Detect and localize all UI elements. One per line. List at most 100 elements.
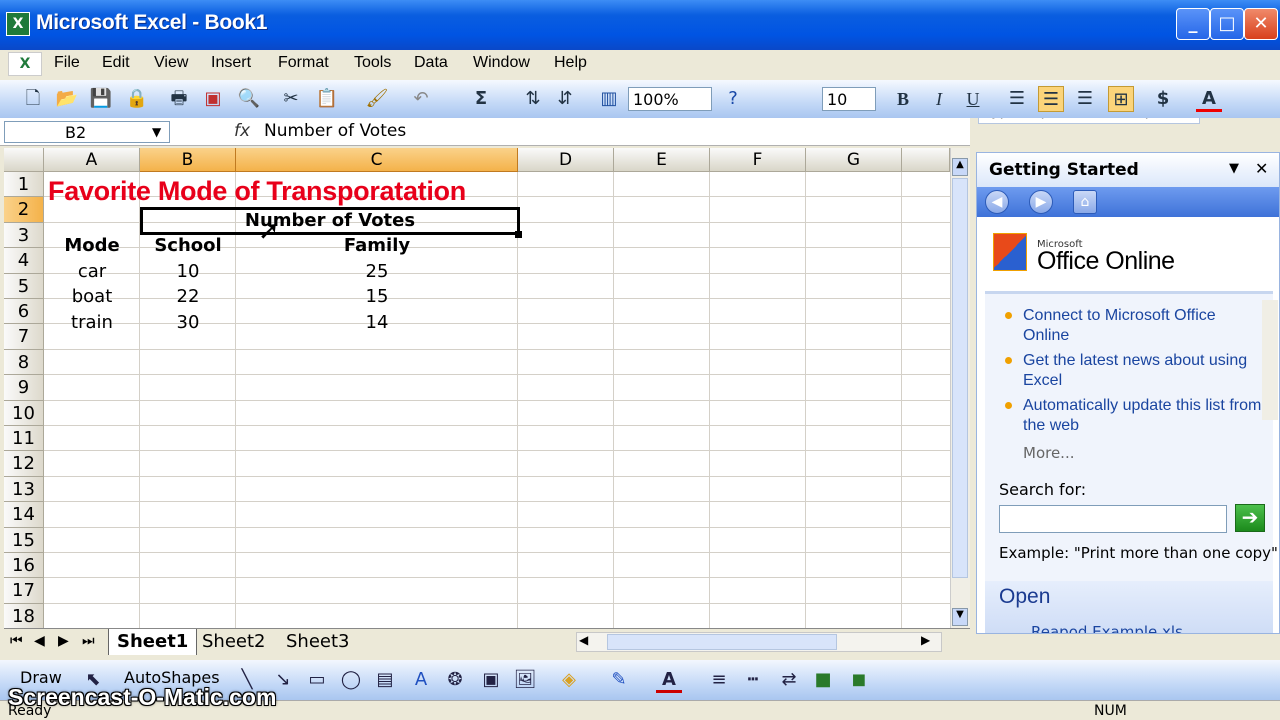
scroll-left-icon[interactable]: ◀	[579, 633, 588, 647]
row-header[interactable]: 17	[4, 578, 44, 604]
print-icon[interactable]: 🖶	[166, 86, 192, 112]
function-icon[interactable]: fx	[234, 121, 250, 141]
row-header[interactable]: 9	[4, 375, 44, 401]
cell-school[interactable]: 30	[140, 312, 236, 333]
column-header-b[interactable]: B	[140, 148, 236, 172]
dash-style-icon[interactable]: ┅	[740, 667, 766, 693]
back-icon[interactable]: ◀	[985, 190, 1009, 214]
row-header[interactable]: 11	[4, 426, 44, 452]
last-sheet-icon[interactable]: ⏭	[82, 633, 95, 649]
cell-a3-mode-header[interactable]: Mode	[44, 235, 140, 256]
row-header[interactable]: 15	[4, 527, 44, 553]
cell-family[interactable]: 14	[236, 312, 518, 333]
sheet-tab-sheet3[interactable]: Sheet3	[278, 629, 358, 655]
row-header[interactable]: 18	[4, 603, 44, 628]
link-auto-update[interactable]: Automatically update this list from the …	[1023, 396, 1263, 436]
formula-input[interactable]: Number of Votes	[264, 121, 406, 141]
merge-center-icon[interactable]: ⊞	[1108, 86, 1134, 112]
cell-mode[interactable]: train	[44, 312, 140, 333]
select-all-corner[interactable]	[4, 148, 44, 172]
column-header-c[interactable]: C	[236, 148, 518, 172]
menu-file[interactable]: File	[54, 54, 80, 72]
oval-icon[interactable]: ◯	[338, 667, 364, 693]
sort-ascending-icon[interactable]: ⇅	[520, 86, 546, 112]
help-icon[interactable]: ?	[720, 86, 746, 112]
column-header-a[interactable]: A	[44, 148, 140, 172]
cell-school[interactable]: 22	[140, 286, 236, 307]
print-preview-icon[interactable]: ▣	[200, 86, 226, 112]
column-header-e[interactable]: E	[614, 148, 710, 172]
scroll-down-icon[interactable]: ▼	[952, 608, 968, 626]
column-header-g[interactable]: G	[806, 148, 902, 172]
search-input[interactable]	[999, 505, 1227, 533]
align-left-icon[interactable]: ☰	[1004, 86, 1030, 112]
menu-help[interactable]: Help	[554, 54, 587, 72]
clipart-icon[interactable]: ▣	[478, 667, 504, 693]
new-icon[interactable]: 🗋	[20, 86, 46, 112]
close-button[interactable]: ✕	[1244, 8, 1278, 40]
task-pane-scrollbar[interactable]	[1262, 300, 1278, 420]
cut-icon[interactable]: ✂	[278, 86, 304, 112]
office-online-logo[interactable]: Microsoft Office Online	[985, 223, 1273, 293]
rectangle-icon[interactable]: ▭	[304, 667, 330, 693]
row-header[interactable]: 14	[4, 502, 44, 528]
fill-color-icon[interactable]: ◈	[556, 667, 582, 693]
paste-icon[interactable]: 📋	[314, 86, 340, 112]
wordart-icon[interactable]: A	[408, 667, 434, 693]
3d-icon[interactable]: ◼	[846, 667, 872, 693]
align-center-icon[interactable]: ☰	[1038, 86, 1064, 112]
sheet-tab-sheet2[interactable]: Sheet2	[194, 629, 274, 655]
row-header[interactable]: 6	[4, 299, 44, 325]
task-pane-dropdown-icon[interactable]: ▼	[1229, 161, 1239, 176]
picture-icon[interactable]: 🖼	[512, 667, 538, 693]
excel-app-icon[interactable]: X	[6, 12, 30, 36]
save-icon[interactable]: 💾	[88, 86, 114, 112]
name-box[interactable]: B2	[4, 121, 170, 143]
menu-insert[interactable]: Insert	[211, 54, 251, 72]
row-header[interactable]: 16	[4, 553, 44, 579]
column-header-d[interactable]: D	[518, 148, 614, 172]
next-sheet-icon[interactable]: ▶	[58, 633, 69, 649]
bold-button[interactable]: B	[890, 86, 916, 112]
menu-view[interactable]: View	[154, 54, 188, 72]
row-header[interactable]: 3	[4, 222, 44, 249]
textbox-icon[interactable]: ▤	[372, 667, 398, 693]
italic-button[interactable]: I	[926, 86, 952, 112]
cell-family[interactable]: 15	[236, 286, 518, 307]
minimize-button[interactable]: _	[1176, 8, 1210, 40]
menu-format[interactable]: Format	[278, 54, 329, 72]
recent-file-link[interactable]: Reapod Example.xls	[1031, 623, 1183, 633]
cell-b2-merged-header[interactable]: Number of Votes	[140, 210, 520, 231]
name-box-dropdown-icon[interactable]: ▼	[152, 125, 161, 139]
shadow-icon[interactable]: ■	[810, 667, 836, 693]
currency-button[interactable]: $	[1150, 86, 1176, 112]
line-color-icon[interactable]: ✎	[606, 667, 632, 693]
diagram-icon[interactable]: ❂	[442, 667, 468, 693]
arrow-style-icon[interactable]: ⇄	[776, 667, 802, 693]
maximize-button[interactable]: □	[1210, 8, 1244, 40]
cell-school[interactable]: 10	[140, 261, 236, 282]
document-icon[interactable]: X	[8, 52, 42, 76]
link-latest-news[interactable]: Get the latest news about using Excel	[1023, 351, 1263, 391]
cell-mode[interactable]: boat	[44, 286, 140, 307]
row-header[interactable]: 4	[4, 248, 44, 274]
row-header[interactable]: 12	[4, 451, 44, 477]
scroll-up-icon[interactable]: ▲	[952, 158, 968, 176]
worksheet-grid[interactable]: A B C D E F G 1 2 3 4 5 6 7 8 9 10 11 12 13 14 15 16 17 1…	[4, 148, 950, 628]
sheet-tab-sheet1[interactable]: Sheet1	[108, 629, 198, 655]
prev-sheet-icon[interactable]: ◀	[34, 633, 45, 649]
cell-family[interactable]: 25	[236, 261, 518, 282]
row-header[interactable]: 2	[4, 197, 44, 223]
hscroll-thumb[interactable]	[607, 634, 837, 650]
undo-icon[interactable]: ↶	[408, 86, 434, 112]
sort-descending-icon[interactable]: ⇵	[552, 86, 578, 112]
menu-window[interactable]: Window	[473, 54, 530, 72]
autosum-icon[interactable]: Σ	[468, 86, 494, 112]
vertical-scrollbar[interactable]: ▲ ▼	[950, 148, 970, 628]
chart-wizard-icon[interactable]: ▥	[596, 86, 622, 112]
menu-edit[interactable]: Edit	[102, 54, 130, 72]
cell-a1-title[interactable]: Favorite Mode of Transporatation	[48, 176, 466, 207]
zoom-select[interactable]: 100%	[628, 87, 712, 111]
font-size-select[interactable]: 10	[822, 87, 876, 111]
link-connect-office-online[interactable]: Connect to Microsoft Office Online	[1023, 306, 1263, 346]
